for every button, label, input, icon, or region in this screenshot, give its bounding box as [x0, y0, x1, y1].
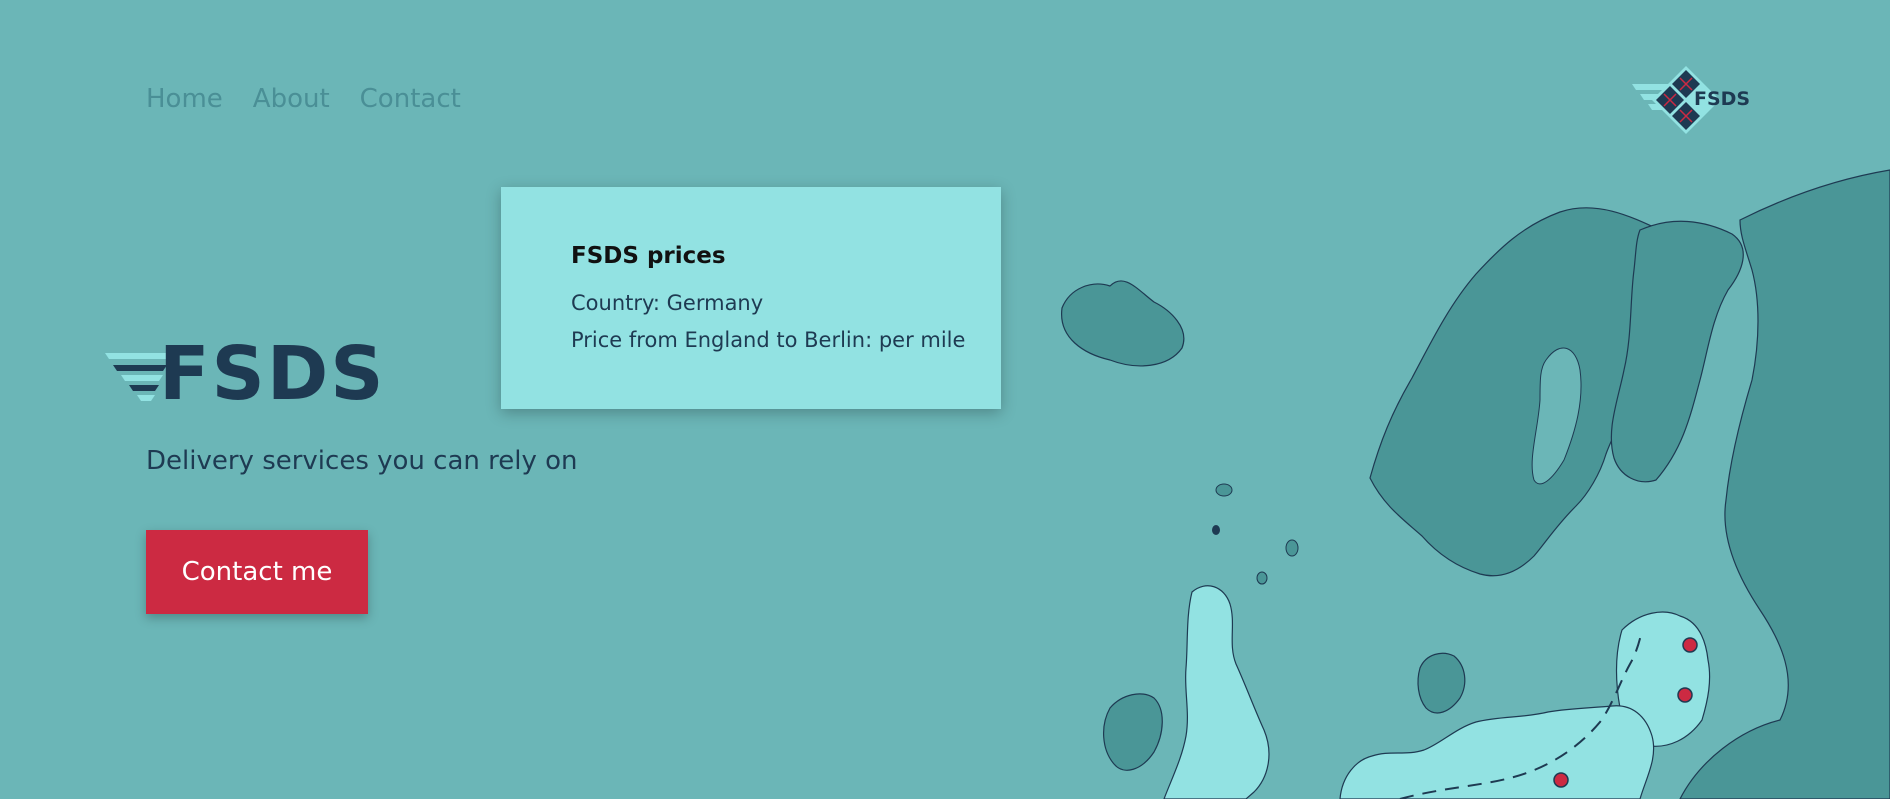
map-region-iceland: [1061, 280, 1185, 367]
nav-about-link[interactable]: About: [253, 84, 330, 114]
nav-home-link[interactable]: Home: [146, 84, 223, 114]
location-pin-icon[interactable]: [1677, 687, 1693, 703]
badge-text: FSDS: [1694, 88, 1751, 110]
contact-me-button[interactable]: Contact me: [146, 530, 368, 614]
hero-tagline: Delivery services you can rely on: [146, 446, 578, 476]
location-pin-icon[interactable]: [1682, 637, 1698, 653]
logo-wordmark: FSDS: [159, 331, 386, 417]
map-region-mainland: [1339, 705, 1655, 799]
nav-contact-link[interactable]: Contact: [360, 84, 461, 114]
location-pin-icon[interactable]: [1553, 772, 1569, 788]
map-region-great-britain: [1163, 585, 1270, 799]
map-region-ireland: [1103, 693, 1163, 771]
header-logo[interactable]: FSDS: [1630, 64, 1750, 134]
price-card-country: Country: Germany: [571, 291, 764, 315]
price-card: FSDS prices Country: Germany Price from …: [501, 187, 1001, 409]
price-card-title: FSDS prices: [571, 243, 726, 269]
main-nav: Home About Contact: [146, 84, 461, 114]
hero-logo: FSDS: [105, 337, 384, 415]
europe-map[interactable]: [1040, 160, 1890, 799]
price-card-price: Price from England to Berlin: per mile: [571, 328, 966, 352]
map-region-denmark: [1417, 652, 1466, 714]
